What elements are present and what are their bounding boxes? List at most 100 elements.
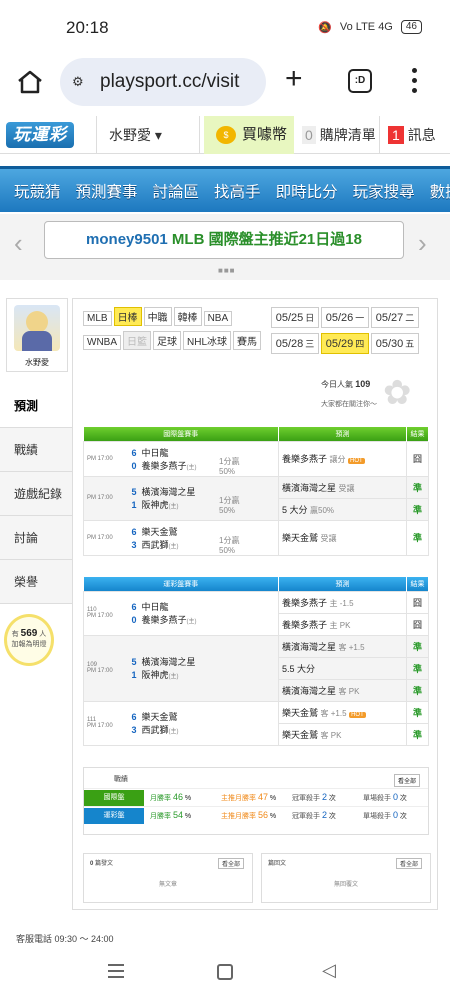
record-stat-label: 冠軍殺手 — [292, 813, 320, 820]
nav-item-live-score[interactable]: 即時比分 — [276, 180, 338, 202]
pick-cell: 橫濱海灣之星 受讓 — [278, 475, 407, 499]
user-menu[interactable]: 水野愛 ▾ — [96, 116, 200, 154]
category-chip[interactable]: 韓棒 — [173, 307, 202, 326]
category-filter: MLB 日棒 中職 韓棒 NBA WNBA 日籃 足球 NHL冰球 賽馬 — [83, 307, 263, 355]
site-settings-icon[interactable]: ⚙ — [72, 74, 84, 90]
pick-cell: 橫濱海灣之星 客 +1.5 — [278, 634, 407, 658]
intl-header-result: 結果 — [406, 427, 429, 441]
date-chip[interactable]: 05/28 三 — [271, 333, 319, 354]
team-score: 5 — [131, 657, 137, 667]
team-name[interactable]: 樂天金鷲 — [142, 527, 178, 537]
back-icon[interactable]: ◁ — [322, 960, 336, 981]
sidebar-item-predict[interactable]: 預測 — [0, 384, 72, 428]
nav-item-forum[interactable]: 討論區 — [153, 180, 200, 202]
prediction-panel: MLB 日棒 中職 韓棒 NBA WNBA 日籃 足球 NHL冰球 賽馬 05/25 日 05/26 一… — [72, 298, 438, 910]
pick-team[interactable]: 樂天金鷲 — [282, 730, 318, 740]
sidebar-item-discuss[interactable]: 討論 — [0, 516, 72, 560]
chevron-right-icon[interactable]: › — [418, 228, 427, 259]
category-chip[interactable]: 中職 — [143, 307, 172, 326]
pick-team[interactable]: 養樂多燕子 — [282, 454, 327, 464]
pick-team[interactable]: 養樂多燕子 — [282, 620, 327, 630]
profile-name: 水野愛 — [25, 358, 49, 367]
nav-item-guess[interactable]: 玩競猜 — [14, 180, 61, 202]
home-tag: (主) — [168, 729, 179, 735]
nav-item-player-search[interactable]: 玩家搜尋 — [353, 180, 415, 202]
record-see-all-button[interactable]: 看全部 — [393, 774, 420, 787]
category-chip[interactable]: 賽馬 — [233, 331, 262, 350]
pick-cell: 5 大分 贏50% — [278, 497, 407, 521]
game-teams: 6 中日龍 0 養樂多燕子(主) — [129, 446, 215, 472]
replies-see-all-button[interactable]: 看全部 — [395, 858, 422, 869]
promo-link[interactable]: money9501 MLB 國際盤主推近21日過18 — [44, 221, 404, 259]
table-row: PM 17:00 6 樂天金鷲 3 西武獅(主) 1分贏 50% 樂天金鷲 受讓準 — [83, 519, 429, 556]
game-teams: 6 中日龍 0 養樂多燕子(主) — [129, 600, 215, 626]
pick-team[interactable]: 5 大分 — [282, 505, 308, 515]
chevron-left-icon[interactable]: ‹ — [14, 228, 23, 259]
team-name[interactable]: 阪神虎 — [142, 500, 169, 510]
result-cell: 準 — [406, 497, 429, 521]
record-stat: 月勝率 46 % — [150, 792, 192, 802]
team-name[interactable]: 中日龍 — [142, 602, 169, 612]
new-tab-icon[interactable]: + — [285, 64, 303, 94]
team-name[interactable]: 橫濱海灣之星 — [142, 657, 196, 667]
team-name[interactable]: 西武獅 — [142, 540, 169, 550]
date-chip[interactable]: 05/29 四 — [321, 333, 369, 354]
team-name[interactable]: 中日龍 — [142, 448, 169, 458]
messages-button[interactable]: 1 訊息 — [388, 116, 450, 154]
pick-team[interactable]: 橫濱海灣之星 — [282, 642, 336, 652]
nav-item-data[interactable]: 數據 — [430, 180, 450, 202]
record-stat-value: 2 — [321, 792, 327, 802]
team-name[interactable]: 西武獅 — [142, 725, 169, 735]
category-chip[interactable]: WNBA — [83, 335, 121, 350]
date-chip-weekday: 一 — [355, 313, 365, 323]
home-icon[interactable] — [16, 69, 44, 95]
pick-team[interactable]: 5.5 大分 — [282, 664, 315, 674]
nav-item-experts[interactable]: 找高手 — [214, 180, 261, 202]
sidebar-item-record[interactable]: 戰績 — [0, 428, 72, 472]
category-chip[interactable]: 足球 — [153, 331, 181, 350]
team-name[interactable]: 養樂多燕子 — [142, 461, 187, 471]
category-chip[interactable]: MLB — [83, 311, 112, 326]
sidebar-item-honor[interactable]: 榮譽 — [0, 560, 72, 604]
buy-coin-button[interactable]: $ 買噱幣 — [204, 116, 294, 154]
site-logo[interactable]: 玩運彩 — [6, 122, 74, 148]
address-bar[interactable]: ⚙ playsport.cc/visit — [60, 58, 266, 106]
category-chip[interactable]: 日棒 — [113, 307, 142, 326]
viewer-post: 人 — [39, 631, 47, 638]
game-teams: 5 橫濱海灣之星 1 阪神虎(主) — [129, 485, 215, 511]
date-filter: 05/25 日 05/26 一 05/27 二 05/28 三 05/29 四 05/30 五 — [271, 307, 431, 359]
url-text[interactable]: playsport.cc/visit — [100, 71, 239, 93]
recent-apps-icon[interactable] — [108, 964, 124, 978]
category-chip[interactable]: NBA — [203, 311, 233, 326]
date-chip-weekday: 三 — [305, 339, 315, 349]
date-chip[interactable]: 05/27 二 — [371, 307, 419, 328]
game-time: 110 PM 17:00 — [87, 607, 125, 619]
pick-team[interactable]: 樂天金鷲 — [282, 708, 318, 718]
sidebar-item-game-log[interactable]: 遊戲紀錄 — [0, 472, 72, 516]
team-name[interactable]: 阪神虎 — [142, 670, 169, 680]
home-button-icon[interactable] — [217, 964, 233, 980]
date-chip[interactable]: 05/30 五 — [371, 333, 419, 354]
result-cell: 準 — [406, 700, 429, 724]
more-menu-icon[interactable] — [412, 68, 418, 96]
record-stat: 月勝率 54 % — [150, 810, 192, 820]
cart-button[interactable]: 0 購牌清單 — [296, 116, 380, 154]
posts-see-all-button[interactable]: 看全部 — [217, 858, 244, 869]
team-name[interactable]: 養樂多燕子 — [142, 615, 187, 625]
team-name[interactable]: 橫濱海灣之星 — [142, 487, 196, 497]
pick-team[interactable]: 樂天金鷲 — [282, 533, 318, 543]
date-chip[interactable]: 05/25 日 — [271, 307, 319, 328]
tab-switcher-button[interactable]: :D — [348, 69, 372, 93]
date-chip[interactable]: 05/26 一 — [321, 307, 369, 328]
pick-team[interactable]: 養樂多燕子 — [282, 598, 327, 608]
nav-item-predict[interactable]: 預測賽事 — [76, 180, 138, 202]
pick-team[interactable]: 橫濱海灣之星 — [282, 483, 336, 493]
record-row: 國際盤 月勝率 46 % 主推月勝率 47 % 冠軍殺手 2 次單場殺手 0 次 — [84, 788, 428, 806]
record-stat-unit: 次 — [399, 813, 407, 820]
category-chip[interactable]: 日籃 — [123, 331, 151, 350]
pick-team[interactable]: 橫濱海灣之星 — [282, 686, 336, 696]
category-chip[interactable]: NHL冰球 — [183, 331, 232, 350]
date-chip-weekday: 五 — [405, 339, 415, 349]
profile-card[interactable]: 水野愛 — [6, 298, 68, 372]
team-name[interactable]: 樂天金鷲 — [142, 712, 178, 722]
